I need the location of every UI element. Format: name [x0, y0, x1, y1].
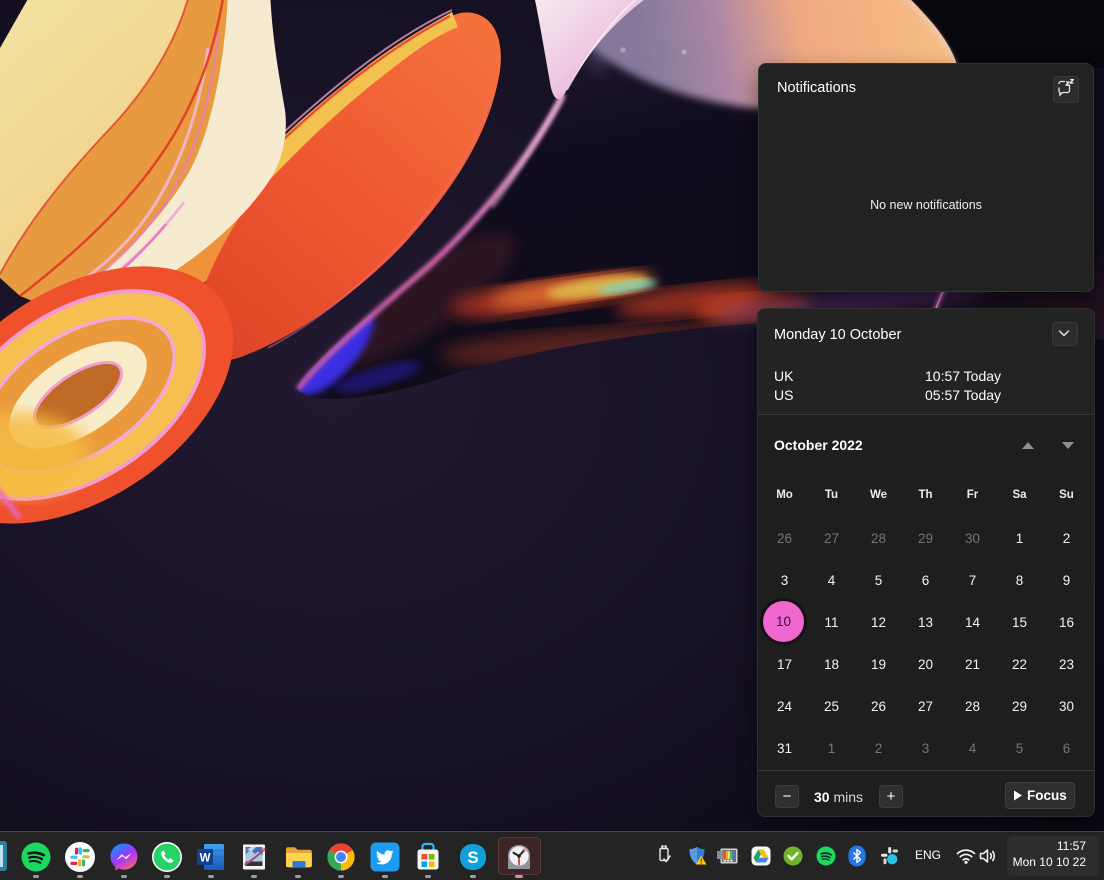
- svg-text:W: W: [199, 852, 210, 864]
- svg-text:S: S: [467, 848, 478, 867]
